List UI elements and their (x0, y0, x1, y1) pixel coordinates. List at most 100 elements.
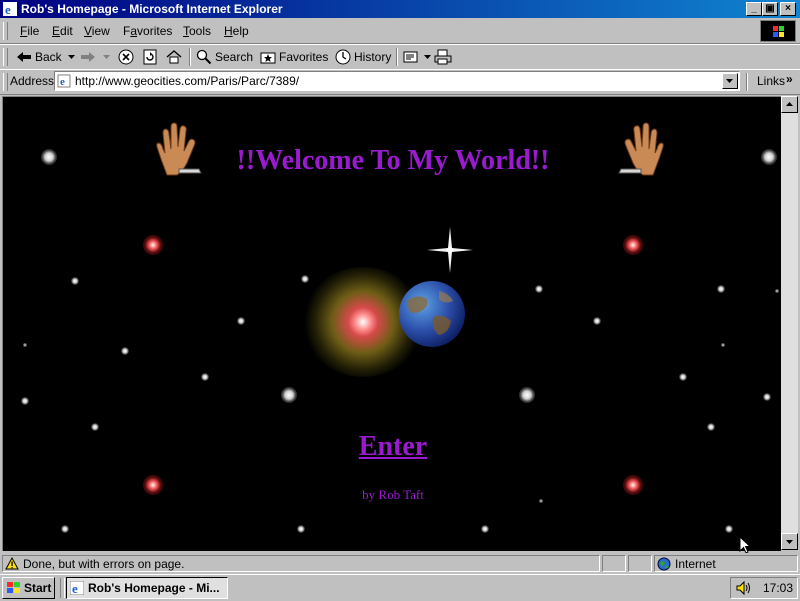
menu-tools[interactable]: Tools (183, 24, 211, 38)
favorites-button[interactable]: Favorites (260, 48, 328, 66)
star (593, 317, 601, 325)
star (281, 387, 297, 403)
clock[interactable]: 17:03 (763, 581, 793, 595)
toolbar-separator (189, 48, 191, 66)
forward-dropdown-icon[interactable] (103, 55, 110, 59)
welcome-heading: !!Welcome To My World!! (236, 145, 550, 176)
svg-text:e: e (60, 76, 65, 88)
address-label: Address (10, 74, 55, 88)
star (725, 525, 733, 533)
refresh-icon (143, 49, 157, 65)
mail-icon (403, 51, 418, 63)
start-label: Start (24, 581, 52, 595)
red-star (623, 235, 643, 255)
address-input[interactable] (75, 74, 715, 88)
windows-logo-icon (7, 582, 20, 593)
status-text: Done, but with errors on page. (23, 557, 185, 571)
volume-icon[interactable] (735, 580, 751, 596)
star (775, 289, 779, 293)
taskbar-task-ie[interactable]: e Rob's Homepage - Mi... (66, 577, 228, 599)
sparkle-star-icon (427, 227, 473, 273)
page-content: !!Welcome To My World!! Enter by Rob Taf… (2, 96, 781, 551)
back-label: Back (35, 50, 62, 64)
earth-globe-image (399, 281, 465, 347)
star (763, 393, 771, 401)
print-icon (434, 49, 452, 65)
title-bar: e Rob's Homepage - Microsoft Internet Ex… (0, 0, 800, 18)
back-button[interactable]: Back (16, 48, 78, 66)
status-bar: Done, but with errors on page. Internet (0, 553, 800, 573)
ie-icon: e (70, 581, 84, 595)
internet-globe-icon (657, 557, 671, 571)
scroll-up-button[interactable] (781, 96, 798, 113)
print-button[interactable] (434, 48, 455, 66)
links-more-icon[interactable]: » (786, 72, 793, 86)
menu-bar: File Edit View Favorites Tools Help (0, 19, 800, 44)
addressbar-grip[interactable] (3, 73, 8, 91)
star (297, 525, 305, 533)
menu-file[interactable]: File (20, 24, 39, 38)
toolbar-separator (396, 48, 398, 66)
start-button[interactable]: Start (2, 577, 55, 599)
vertical-scrollbar[interactable] (781, 96, 798, 550)
forward-arrow-icon (81, 52, 95, 62)
svg-text:e: e (72, 581, 78, 595)
menu-favorites[interactable]: Favorites (123, 24, 172, 38)
menu-help[interactable]: Help (224, 24, 249, 38)
star (201, 373, 209, 381)
status-panel (628, 555, 652, 572)
star (237, 317, 245, 325)
windows-logo-throbber (760, 20, 796, 42)
menubar-grip[interactable] (3, 22, 8, 40)
back-dropdown-icon[interactable] (67, 55, 75, 59)
back-arrow-icon (17, 52, 31, 62)
svg-text:e: e (5, 2, 11, 16)
scroll-down-button[interactable] (781, 533, 798, 550)
chevron-down-icon (726, 79, 733, 83)
star (61, 525, 69, 533)
star (519, 387, 535, 403)
stop-button[interactable] (118, 48, 137, 66)
star (91, 423, 99, 431)
status-message-panel[interactable]: Done, but with errors on page. (2, 555, 600, 572)
taskbar: Start e Rob's Homepage - Mi... 17:03 (0, 574, 800, 601)
star (21, 397, 29, 405)
task-label: Rob's Homepage - Mi... (88, 581, 220, 595)
star (535, 285, 543, 293)
address-bar: Address e Links » (0, 69, 800, 95)
star (301, 275, 309, 283)
history-icon (335, 49, 351, 65)
warning-icon[interactable] (5, 557, 19, 570)
address-field[interactable]: e (54, 71, 740, 91)
address-dropdown-button[interactable] (722, 73, 738, 89)
search-label: Search (215, 50, 254, 64)
search-button[interactable]: Search (196, 48, 253, 66)
enter-link[interactable]: Enter (3, 431, 781, 463)
links-button[interactable]: Links (757, 74, 785, 88)
chevron-up-icon (786, 102, 793, 106)
refresh-button[interactable] (142, 48, 161, 66)
toolbar-grip[interactable] (3, 48, 8, 66)
menu-view[interactable]: View (84, 24, 110, 38)
mail-dropdown-icon[interactable] (424, 55, 431, 59)
star (23, 343, 27, 347)
earth-continents-icon (407, 291, 453, 335)
standard-toolbar: Back Search Favorites History (0, 44, 800, 70)
star (481, 525, 489, 533)
minimize-button[interactable]: _ (746, 2, 762, 16)
window-title: Rob's Homepage - Microsoft Internet Expl… (21, 2, 283, 16)
star (717, 285, 725, 293)
page-icon: e (57, 74, 71, 88)
taskbar-grip[interactable] (60, 578, 65, 598)
star (707, 423, 715, 431)
restore-button[interactable]: ▣ (762, 2, 778, 16)
chevron-down-icon (786, 540, 793, 544)
menu-edit[interactable]: Edit (52, 24, 73, 38)
red-star (143, 235, 163, 255)
close-button[interactable]: × (780, 2, 796, 16)
mail-button[interactable] (403, 48, 434, 66)
forward-button[interactable] (80, 48, 113, 66)
home-button[interactable] (166, 48, 185, 66)
history-button[interactable]: History (335, 48, 391, 66)
favorites-label: Favorites (279, 50, 329, 64)
